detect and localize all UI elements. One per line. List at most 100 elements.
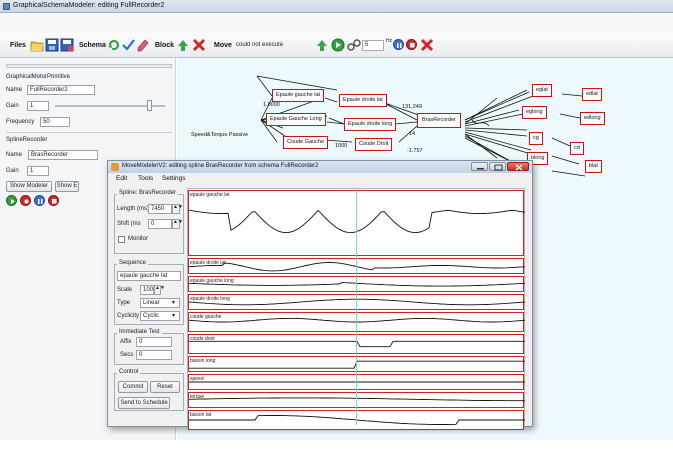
node-epaule-gauche-lat[interactable]: Epaule gauche lat [272,89,325,102]
open-folder-icon[interactable] [30,38,44,52]
spline-curve[interactable] [189,411,525,429]
refresh-icon[interactable] [107,38,121,52]
spline-curve[interactable] [189,375,525,389]
node-eglong[interactable]: eglong [522,106,547,119]
motor-section-title: GraphicalMotorPrimitive [6,74,71,80]
dialog-titlebar[interactable]: MoveModelerV2: editing spline BrasRecord… [108,161,532,173]
spline-curve[interactable] [189,335,525,353]
spline-path [189,262,525,272]
spline-curve[interactable] [189,277,525,291]
spline-path [189,340,525,348]
spline-curve[interactable] [189,393,525,407]
hz-label: Hz [386,38,393,44]
scale-label: Scale [117,287,133,293]
delete-block-icon[interactable] [192,38,206,52]
node-epaule-droite-long[interactable]: Epaule droite long [344,118,397,131]
stop-button[interactable] [48,195,59,206]
spline-curve[interactable] [189,295,525,309]
track-label: epaule droite long [190,296,230,302]
track-label: speed [190,376,204,382]
scale-spinner[interactable]: ▲▼ [154,285,165,295]
eraser-icon[interactable] [135,38,149,52]
node-coude-droit[interactable]: Coude Droit [355,138,393,151]
cyclicity-label: Cyclicity [117,313,139,319]
spline-path [189,209,525,234]
record-button[interactable] [20,195,31,206]
spline-curve[interactable] [189,191,525,255]
move-status-text: could not execute [236,42,284,48]
reset-button[interactable]: Reset [150,381,180,393]
menu-tools[interactable]: Tools [138,175,153,182]
check-icon[interactable] [121,38,135,52]
hz-input[interactable]: 5 [362,40,384,51]
show-e-button[interactable]: Show E [55,181,79,192]
panel-splitter[interactable] [6,64,172,68]
node-coude-gauche[interactable]: Coude Gauche [283,136,328,149]
block-label: Block [155,42,175,49]
node-edlong[interactable]: edlong [580,112,605,125]
move-up-icon[interactable] [315,38,329,52]
spline-curve[interactable] [189,313,525,331]
commit-button[interactable]: Commit [118,381,148,393]
schema-label: Schema [79,42,106,49]
node-blat[interactable]: blat [585,160,602,173]
shift-input[interactable]: 0 [148,219,172,229]
type-dropdown-icon[interactable]: ▾ [172,299,175,306]
affix-input[interactable]: 0 [136,337,172,347]
menu-edit[interactable]: Edit [116,175,127,182]
play-button[interactable] [6,195,17,206]
show-modeler-button[interactable]: Show Modeler [6,181,52,192]
save-icon[interactable] [45,38,59,52]
frequency-input[interactable]: 50 [40,117,70,127]
spline-curve[interactable] [189,259,525,273]
motor-gain-slider-thumb[interactable] [146,100,152,111]
length-label: Length (ms) [117,206,150,212]
playback-cursor[interactable] [356,189,357,425]
shift-spinner[interactable]: ▲▼ [172,219,183,229]
pause-button[interactable] [393,39,404,50]
scale-input[interactable]: 100 [140,285,154,295]
length-input[interactable]: 7450 [148,204,172,214]
node-bras-recorder[interactable]: BrasRecorder [417,113,461,128]
monitor-checkbox[interactable] [118,236,125,243]
length-spinner[interactable]: ▲▼ [172,204,183,214]
node-edlat[interactable]: edlat [582,88,602,101]
motor-gain-input[interactable]: 1 [27,101,49,111]
motor-name-input[interactable]: FullRecorder2 [27,85,95,95]
spline-name-input[interactable]: BrasRecorder [28,150,98,160]
spline-gain-input[interactable]: 1 [27,166,49,176]
spline-gain-label: Gain [6,168,19,174]
node-eglat[interactable]: eglat [532,84,552,97]
maximize-button[interactable] [489,162,506,171]
node-epaule-droite-lat[interactable]: Epaule droite lat [339,94,387,107]
cyclicity-dropdown-icon[interactable]: ▾ [172,312,175,319]
edge-label: 14 [409,131,416,137]
track-label: epaule droite lat [190,260,226,266]
main-titlebar: GraphicalSchemaModeler: editing FullReco… [0,0,673,13]
minimize-button[interactable] [471,162,488,171]
track-label: coude droit [190,336,215,342]
node-cg[interactable]: cg [529,132,543,145]
sequence-input[interactable]: epaule gauche lat [117,271,181,281]
spline-curve[interactable] [189,357,525,371]
motor-gain-label: Gain [6,103,19,109]
spline-section-title: SplineRecorder [6,137,48,143]
close-move-icon[interactable] [420,38,434,52]
node-speed-torque[interactable]: Speed&Torque Passive [191,132,248,138]
send-to-schedule-button[interactable]: Send to Schedule [118,397,170,409]
menu-settings[interactable]: Settings [162,175,186,182]
spline-tracks-area[interactable]: epaule gauche lat epaule droite lat epaule… [187,188,525,430]
save-as-icon[interactable] [60,38,74,52]
spline-path [189,397,525,402]
add-block-icon[interactable] [176,38,190,52]
play-move-icon[interactable] [331,38,345,52]
secs-input[interactable]: 0 [136,350,172,360]
node-cd[interactable]: cd [570,142,584,155]
close-button[interactable] [507,162,529,171]
toolbar: Files Schema Block Move could not execut… [0,33,673,58]
link-icon[interactable] [347,38,361,52]
stop-button[interactable] [406,39,417,50]
track-label: bassin lat [190,412,212,418]
pause-button[interactable] [34,195,45,206]
node-epaule-gauche-long[interactable]: Epaule Gauche Long [266,113,326,126]
